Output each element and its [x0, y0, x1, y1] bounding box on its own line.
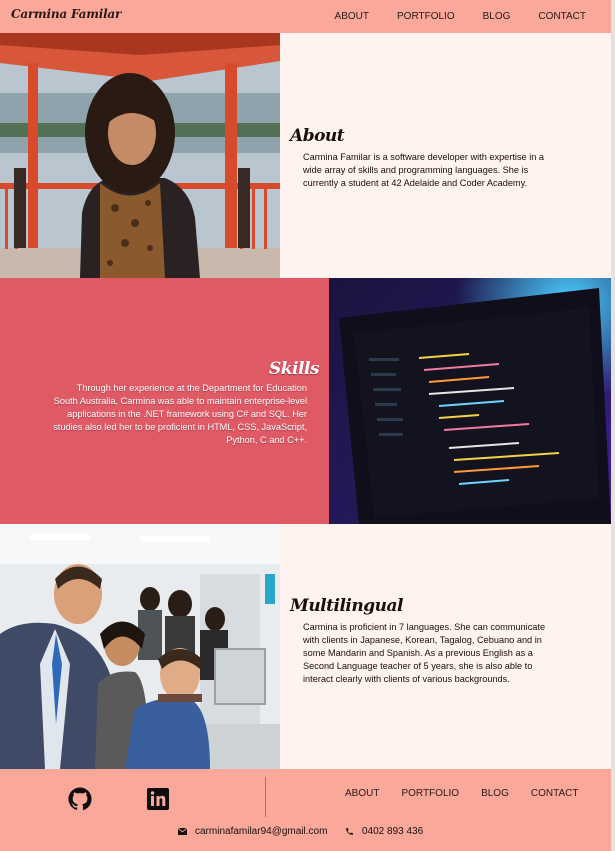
footer-link-contact[interactable]: CONTACT — [531, 788, 579, 799]
about-text: Carmina Familar is a software developer … — [303, 152, 545, 188]
about-photo — [0, 33, 280, 278]
skills-heading: Skills — [268, 359, 320, 379]
footer-divider — [265, 777, 266, 817]
brand-logo[interactable]: Carmina Familar — [11, 7, 121, 21]
nav-link-blog[interactable]: BLOG — [483, 11, 511, 22]
nav-link-about[interactable]: ABOUT — [335, 11, 369, 22]
phone-text: 0402 893 436 — [362, 826, 424, 837]
footer-link-blog[interactable]: BLOG — [481, 788, 509, 799]
email-text: carminafamilar94@gmail.com — [195, 826, 328, 837]
page-footer: ABOUT PORTFOLIO BLOG CONTACT carminafami… — [0, 769, 611, 851]
page-scrollbar[interactable] — [611, 0, 615, 851]
linkedin-icon[interactable] — [147, 788, 169, 810]
email-contact[interactable]: carminafamilar94@gmail.com — [178, 826, 327, 837]
skills-text: Through her experience at the Department… — [53, 383, 307, 445]
skills-section: Skills Through her experience at the Dep… — [0, 278, 611, 524]
multilingual-section: Multilingual Carmina is proficient in 7 … — [0, 524, 611, 769]
multilingual-text: Carmina is proficient in 7 languages. Sh… — [303, 622, 546, 684]
skills-photo — [329, 278, 611, 524]
nav-link-portfolio[interactable]: PORTFOLIO — [397, 11, 455, 22]
nav-menu: ABOUT PORTFOLIO BLOG CONTACT — [335, 11, 586, 22]
multilingual-photo — [0, 524, 280, 769]
nav-link-contact[interactable]: CONTACT — [538, 11, 586, 22]
phone-contact[interactable]: 0402 893 436 — [345, 826, 423, 837]
footer-nav: ABOUT PORTFOLIO BLOG CONTACT — [345, 788, 578, 799]
envelope-icon — [178, 828, 187, 835]
about-section: About Carmina Familar is a software deve… — [0, 33, 611, 278]
multilingual-heading: Multilingual — [290, 596, 403, 616]
footer-link-portfolio[interactable]: PORTFOLIO — [401, 788, 459, 799]
phone-icon — [345, 827, 354, 836]
top-navbar: Carmina Familar ABOUT PORTFOLIO BLOG CON… — [0, 0, 611, 33]
footer-link-about[interactable]: ABOUT — [345, 788, 379, 799]
github-icon[interactable] — [68, 787, 92, 811]
about-heading: About — [290, 126, 345, 146]
